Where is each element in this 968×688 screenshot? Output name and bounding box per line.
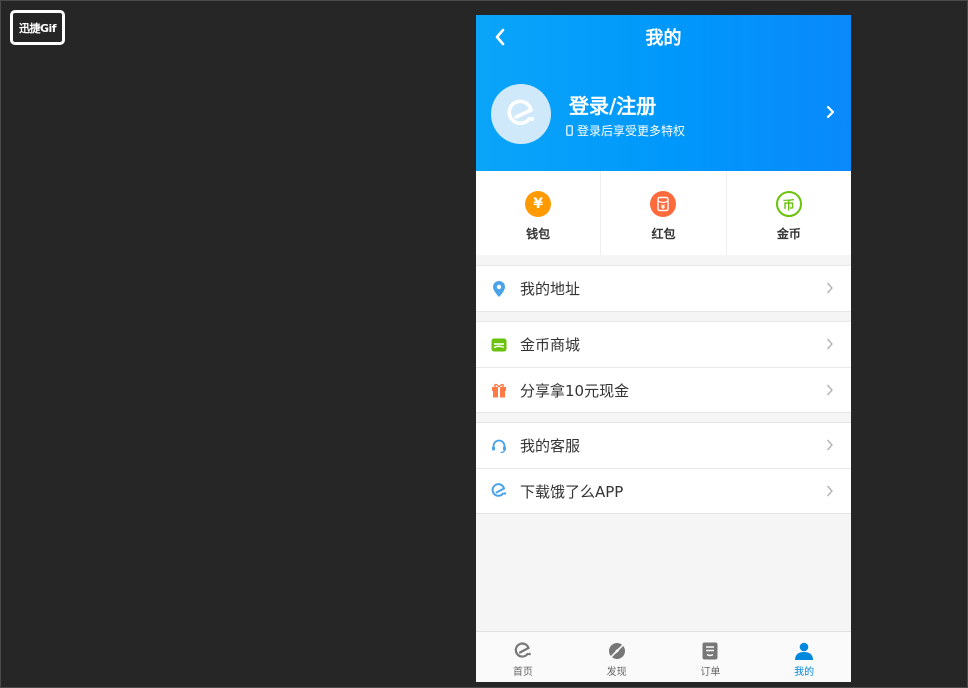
tab-home[interactable]: 首页 [476,632,570,682]
page-title: 我的 [645,28,682,49]
tab-orders[interactable]: 订单 [664,632,758,682]
stat-label: 钱包 [526,227,551,241]
menu-item-label: 分享拿10元现金 [520,381,630,400]
yen-icon: ¥ [525,191,552,217]
tab-profile[interactable]: 我的 [757,632,851,682]
chevron-right-icon[interactable] [823,103,837,121]
chevron-right-icon [826,485,833,497]
coin-mall-icon [490,336,508,354]
location-pin-icon [490,280,508,298]
menu-item-label: 金币商城 [520,336,581,354]
bottom-tab-bar: 首页 发现 订单 我的 [476,631,851,682]
stat-label: 金币 [776,227,801,241]
menu-item-download-app[interactable]: 下载饿了么APP [476,468,851,513]
menu-group-support: 我的客服 下载饿了么APP [476,422,851,514]
tab-label: 订单 [700,667,721,678]
menu-group-address: 我的地址 [476,265,851,312]
order-icon [700,641,720,661]
chevron-right-icon [826,338,833,350]
login-subtitle: 登录后享受更多特权 [566,122,685,139]
tab-discover[interactable]: 发现 [570,632,664,682]
menu-item-share-cash[interactable]: 分享拿10元现金 [476,367,851,412]
login-register-link[interactable]: 登录/注册 [569,90,656,119]
phone-icon [566,125,573,136]
home-icon [513,641,533,661]
tab-label: 首页 [512,667,533,678]
menu-item-label: 我的地址 [520,280,581,298]
coin-icon: 币 [775,191,802,217]
red-packet-icon: ¥ [650,191,677,217]
avatar[interactable] [491,84,551,144]
menu-item-label: 我的客服 [520,437,581,455]
chevron-right-icon [826,439,833,451]
stat-red-packet[interactable]: ¥ 红包 [601,171,727,255]
stat-coins[interactable]: 币 金币 [727,171,851,255]
profile-header: 我的 登录/注册 登录后享受更多特权 [476,15,851,171]
stats-bar: ¥ 钱包 ¥ 红包 币 金币 [476,171,851,255]
headset-icon [490,437,508,455]
tab-label: 我的 [794,667,815,678]
discover-icon [607,641,627,661]
chevron-right-icon [826,282,833,294]
eleme-logo-icon [507,99,535,126]
menu-item-coin-mall[interactable]: 金币商城 [476,322,851,367]
tab-label: 发现 [606,667,627,678]
eleme-logo-icon [490,482,508,500]
stat-label: 红包 [651,227,676,241]
stat-wallet[interactable]: ¥ 钱包 [476,171,602,255]
menu-group-rewards: 金币商城 分享拿10元现金 [476,321,851,413]
phone-screen: 我的 登录/注册 登录后享受更多特权 ¥ 钱包 ¥ 红包 币 金币 我的地址 金… [476,15,851,682]
gift-icon [490,381,508,399]
login-subtitle-text: 登录后享受更多特权 [577,124,686,138]
profile-icon [794,641,814,661]
chevron-right-icon [826,384,833,396]
watermark-badge: 迅捷Gif [10,10,65,45]
menu-item-label: 下载饿了么APP [520,482,624,501]
menu-item-address[interactable]: 我的地址 [476,266,851,311]
menu-item-customer-service[interactable]: 我的客服 [476,423,851,468]
